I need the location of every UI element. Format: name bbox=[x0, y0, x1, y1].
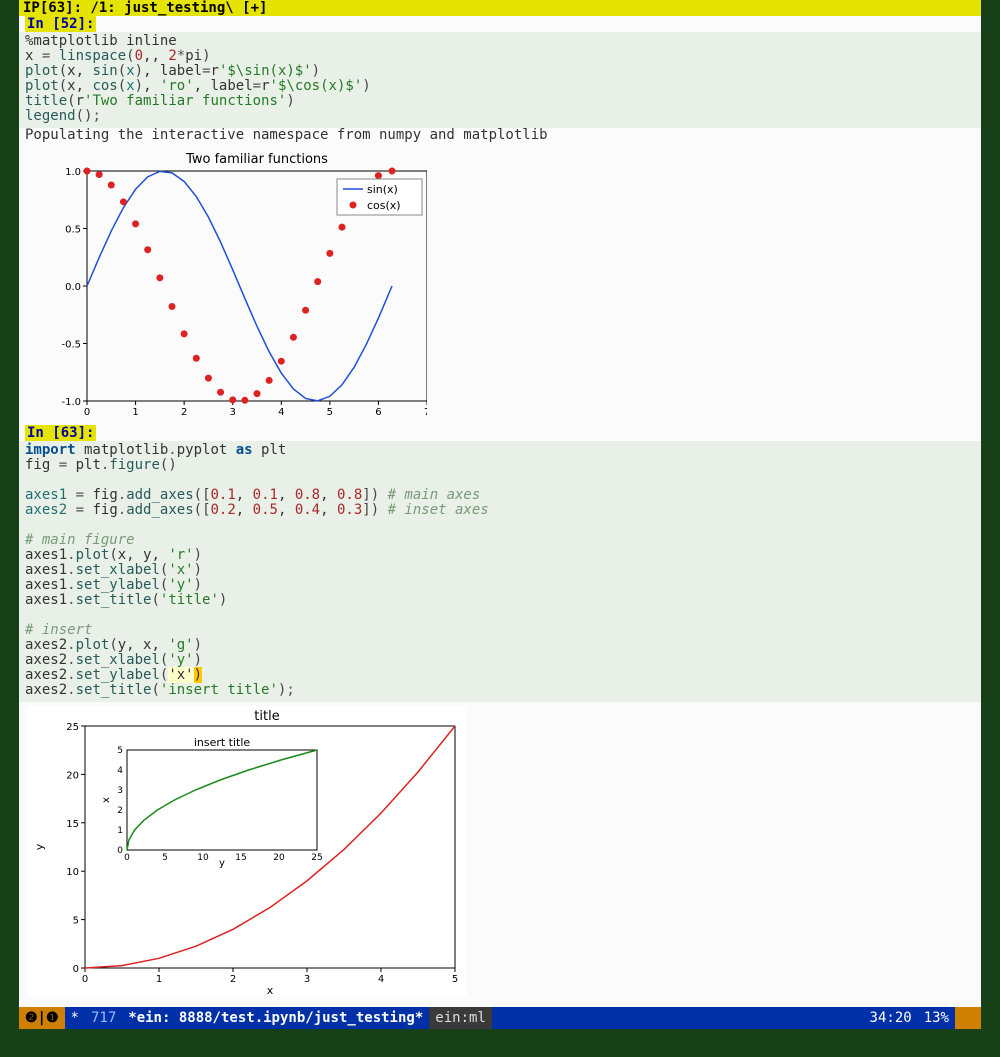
svg-text:0.5: 0.5 bbox=[65, 225, 81, 236]
svg-text:-1.0: -1.0 bbox=[61, 397, 81, 408]
svg-text:y: y bbox=[33, 843, 46, 850]
scroll-pct: 13% bbox=[918, 1007, 955, 1029]
svg-text:title: title bbox=[254, 709, 279, 724]
notebook-buffer[interactable]: IP[63]: /1: just_testing\ [+] In [52]: %… bbox=[19, 0, 981, 1017]
in-prompt: In [52]: bbox=[25, 16, 96, 32]
svg-text:10: 10 bbox=[66, 867, 79, 878]
code-area-52[interactable]: %matplotlib inline x = linspace(0,, 2*pi… bbox=[19, 32, 981, 128]
svg-text:0: 0 bbox=[73, 964, 79, 975]
svg-text:cos(x): cos(x) bbox=[367, 199, 401, 212]
svg-text:1: 1 bbox=[156, 974, 162, 985]
svg-text:sin(x): sin(x) bbox=[367, 183, 398, 196]
svg-text:15: 15 bbox=[66, 819, 79, 830]
svg-text:x: x bbox=[101, 797, 112, 803]
svg-text:20: 20 bbox=[273, 853, 285, 863]
svg-text:5: 5 bbox=[73, 916, 79, 927]
cursor-pos: 34:20 bbox=[864, 1007, 918, 1029]
in-prompt: In [63]: bbox=[25, 425, 96, 441]
svg-text:15: 15 bbox=[235, 853, 246, 863]
svg-text:5: 5 bbox=[162, 853, 168, 863]
modified-flag: * bbox=[65, 1007, 85, 1029]
svg-text:5: 5 bbox=[452, 974, 458, 985]
svg-text:0: 0 bbox=[84, 407, 90, 418]
code-cell-63[interactable]: In [63]: import matplotlib.pyplot as plt… bbox=[19, 425, 981, 996]
svg-text:20: 20 bbox=[66, 770, 79, 781]
plot-title-inset: title 0123450510152025 x y insert title … bbox=[27, 706, 467, 996]
workspace-badge[interactable]: ❷|❶ bbox=[19, 1007, 65, 1029]
end-cap bbox=[955, 1007, 981, 1029]
svg-text:5: 5 bbox=[327, 407, 333, 418]
svg-text:1.0: 1.0 bbox=[65, 167, 81, 178]
svg-text:25: 25 bbox=[311, 853, 322, 863]
svg-text:0.0: 0.0 bbox=[65, 282, 81, 293]
svg-text:7: 7 bbox=[424, 407, 427, 418]
svg-text:0: 0 bbox=[117, 846, 123, 856]
stdout-output: Populating the interactive namespace fro… bbox=[19, 128, 981, 145]
svg-text:1: 1 bbox=[117, 826, 123, 836]
svg-text:2: 2 bbox=[230, 974, 236, 985]
svg-text:x: x bbox=[267, 984, 274, 996]
svg-text:0: 0 bbox=[124, 853, 130, 863]
code-area-63[interactable]: import matplotlib.pyplot as plt fig = pl… bbox=[19, 441, 981, 702]
svg-text:10: 10 bbox=[197, 853, 209, 863]
svg-text:4: 4 bbox=[117, 766, 123, 776]
svg-text:-0.5: -0.5 bbox=[61, 340, 81, 351]
svg-text:1: 1 bbox=[132, 407, 138, 418]
svg-text:3: 3 bbox=[304, 974, 310, 985]
svg-text:0: 0 bbox=[82, 974, 88, 985]
window-title: IP[63]: /1: just_testing\ [+] bbox=[19, 0, 981, 16]
svg-text:y: y bbox=[219, 858, 225, 869]
svg-text:3: 3 bbox=[117, 786, 123, 796]
svg-text:2: 2 bbox=[181, 407, 187, 418]
svg-text:4: 4 bbox=[278, 407, 284, 418]
emacs-frame: IP[63]: /1: just_testing\ [+] In [52]: %… bbox=[0, 0, 1000, 1057]
code-cell-52[interactable]: In [52]: %matplotlib inline x = linspace… bbox=[19, 16, 981, 419]
svg-text:3: 3 bbox=[230, 407, 236, 418]
line-num: 717 bbox=[85, 1007, 122, 1029]
svg-text:5: 5 bbox=[117, 746, 123, 756]
svg-text:25: 25 bbox=[66, 722, 79, 733]
svg-text:6: 6 bbox=[375, 407, 381, 418]
plot-two-familiar: Two familiar functions 0 1 2 3 4 5 6 7 -1.0 -0.5 0… bbox=[27, 149, 427, 419]
mode-line: ❷|❶ * 717 *ein: 8888/test.ipynb/just_tes… bbox=[19, 1007, 981, 1029]
svg-text:2: 2 bbox=[117, 806, 123, 816]
buffer-name: *ein: 8888/test.ipynb/just_testing* bbox=[122, 1007, 429, 1029]
major-mode: ein:ml bbox=[429, 1007, 492, 1029]
svg-text:Two familiar functions: Two familiar functions bbox=[185, 152, 328, 167]
svg-text:4: 4 bbox=[378, 974, 384, 985]
svg-text:insert title: insert title bbox=[194, 736, 251, 749]
